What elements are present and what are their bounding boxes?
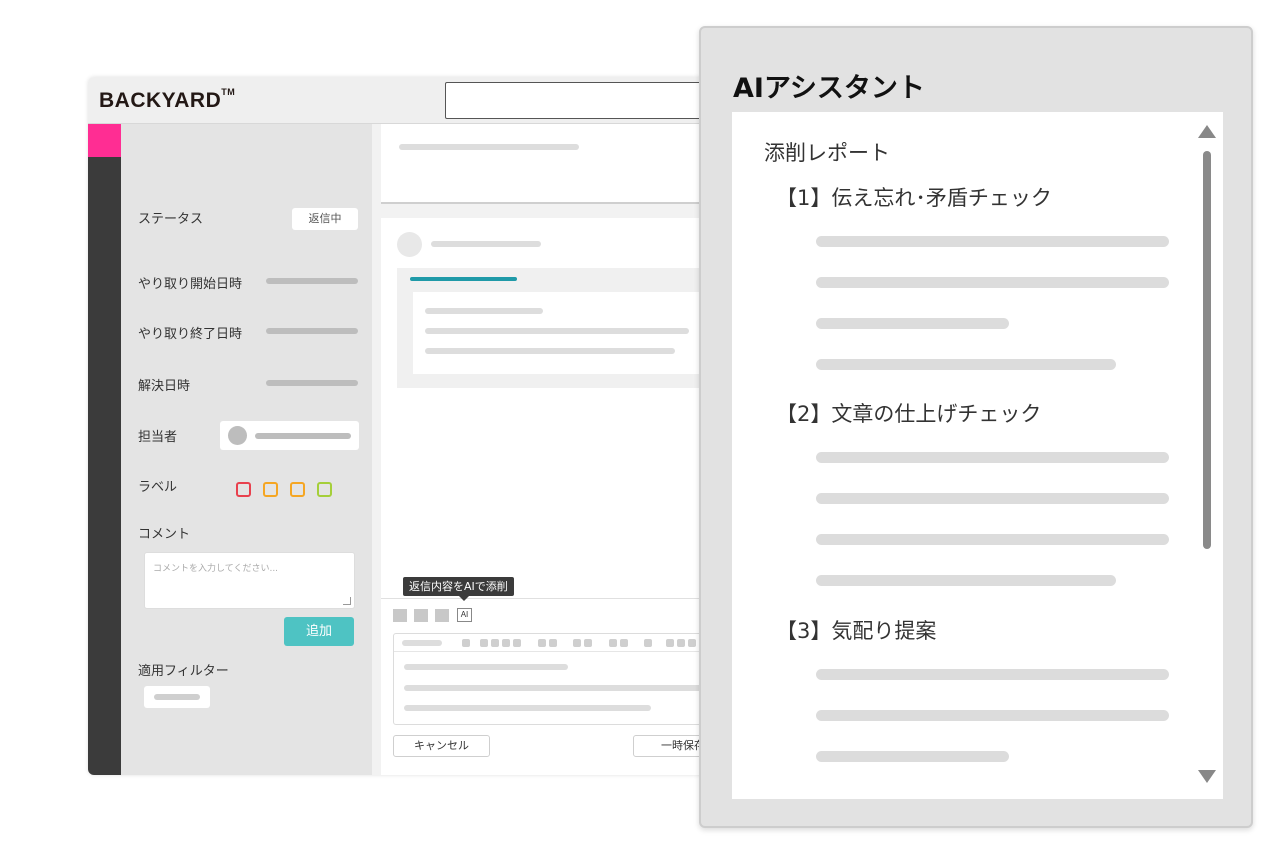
ai-assistant-panel: AIアシスタント 添削レポート 【1】伝え忘れ･矛盾チェック 【2】文章の仕上げ… — [699, 26, 1253, 828]
format-icon[interactable] — [480, 639, 488, 647]
end-datetime-label: やり取り終了日時 — [138, 327, 243, 342]
add-comment-button[interactable]: 追加 — [284, 617, 354, 646]
assignee-name — [255, 433, 351, 439]
comment-input[interactable]: コメントを入力してください... — [144, 552, 355, 609]
applied-filter-label: 適用フィルター — [138, 664, 229, 679]
label-checkbox-orange[interactable] — [290, 482, 305, 497]
nav-rail-active-item[interactable] — [88, 124, 121, 157]
filter-chip[interactable] — [144, 686, 210, 708]
detail-sidebar: ステータス 返信中 やり取り開始日時 やり取り終了日時 解決日時 担当者 ラベル… — [121, 124, 372, 775]
scrollbar-thumb[interactable] — [1203, 151, 1211, 549]
app-logo[interactable]: BACKYARDTM — [99, 87, 235, 113]
scroll-down-arrow-icon[interactable] — [1198, 770, 1216, 783]
section-heading-consideration: 【3】気配り提案 — [776, 619, 937, 643]
assignee-select[interactable] — [220, 421, 359, 450]
format-icon[interactable] — [462, 639, 470, 647]
ticket-title-placeholder — [399, 144, 579, 150]
toolbar-tool-icon[interactable] — [393, 609, 407, 622]
ai-correction-tooltip: 返信内容をAIで添削 — [403, 577, 514, 601]
label-checkbox-orange[interactable] — [263, 482, 278, 497]
resize-grip-icon[interactable] — [343, 597, 351, 605]
format-icon[interactable] — [584, 639, 592, 647]
correction-report: 添削レポート 【1】伝え忘れ･矛盾チェック 【2】文章の仕上げチェック 【3】気… — [732, 112, 1223, 799]
status-badge[interactable]: 返信中 — [292, 208, 358, 230]
format-icon[interactable] — [620, 639, 628, 647]
toolbar-tool-icon[interactable] — [435, 609, 449, 622]
ai-correction-button[interactable]: AI — [457, 608, 472, 622]
avatar — [228, 426, 247, 445]
label-checkbox-green[interactable] — [317, 482, 332, 497]
scroll-up-arrow-icon[interactable] — [1198, 125, 1216, 138]
sender-name-placeholder — [431, 241, 541, 247]
end-datetime-value — [266, 328, 358, 334]
status-label: ステータス — [138, 212, 204, 227]
format-icon[interactable] — [502, 639, 510, 647]
app-window: BACKYARDTM ステータス 返信中 やり取り開始日時 やり取り終了日時 解… — [88, 77, 788, 775]
start-datetime-label: やり取り開始日時 — [138, 277, 243, 292]
resolved-datetime-label: 解決日時 — [138, 379, 191, 394]
format-icon[interactable] — [513, 639, 521, 647]
label-checkbox-red[interactable] — [236, 482, 251, 497]
section-heading-omission-check: 【1】伝え忘れ･矛盾チェック — [776, 186, 1052, 210]
format-icon[interactable] — [549, 639, 557, 647]
format-icon[interactable] — [538, 639, 546, 647]
assignee-label: 担当者 — [138, 430, 178, 445]
format-icon[interactable] — [688, 639, 696, 647]
avatar — [397, 232, 422, 257]
section-heading-writing-check: 【2】文章の仕上げチェック — [776, 402, 1042, 426]
nav-rail — [88, 124, 121, 775]
label-label: ラベル — [138, 480, 178, 495]
comment-label: コメント — [138, 527, 191, 542]
format-icon[interactable] — [677, 639, 685, 647]
format-icon[interactable] — [644, 639, 652, 647]
format-icon[interactable] — [609, 639, 617, 647]
format-icon[interactable] — [666, 639, 674, 647]
start-datetime-value — [266, 278, 358, 284]
cancel-button[interactable]: キャンセル — [393, 735, 490, 757]
top-bar: BACKYARDTM — [88, 77, 788, 124]
format-icon[interactable] — [573, 639, 581, 647]
ai-assistant-title: AIアシスタント — [733, 73, 925, 104]
toolbar-tool-icon[interactable] — [414, 609, 428, 622]
report-title: 添削レポート — [764, 141, 890, 165]
quote-accent-line — [410, 277, 517, 281]
resolved-datetime-value — [266, 380, 358, 386]
format-icon[interactable] — [491, 639, 499, 647]
